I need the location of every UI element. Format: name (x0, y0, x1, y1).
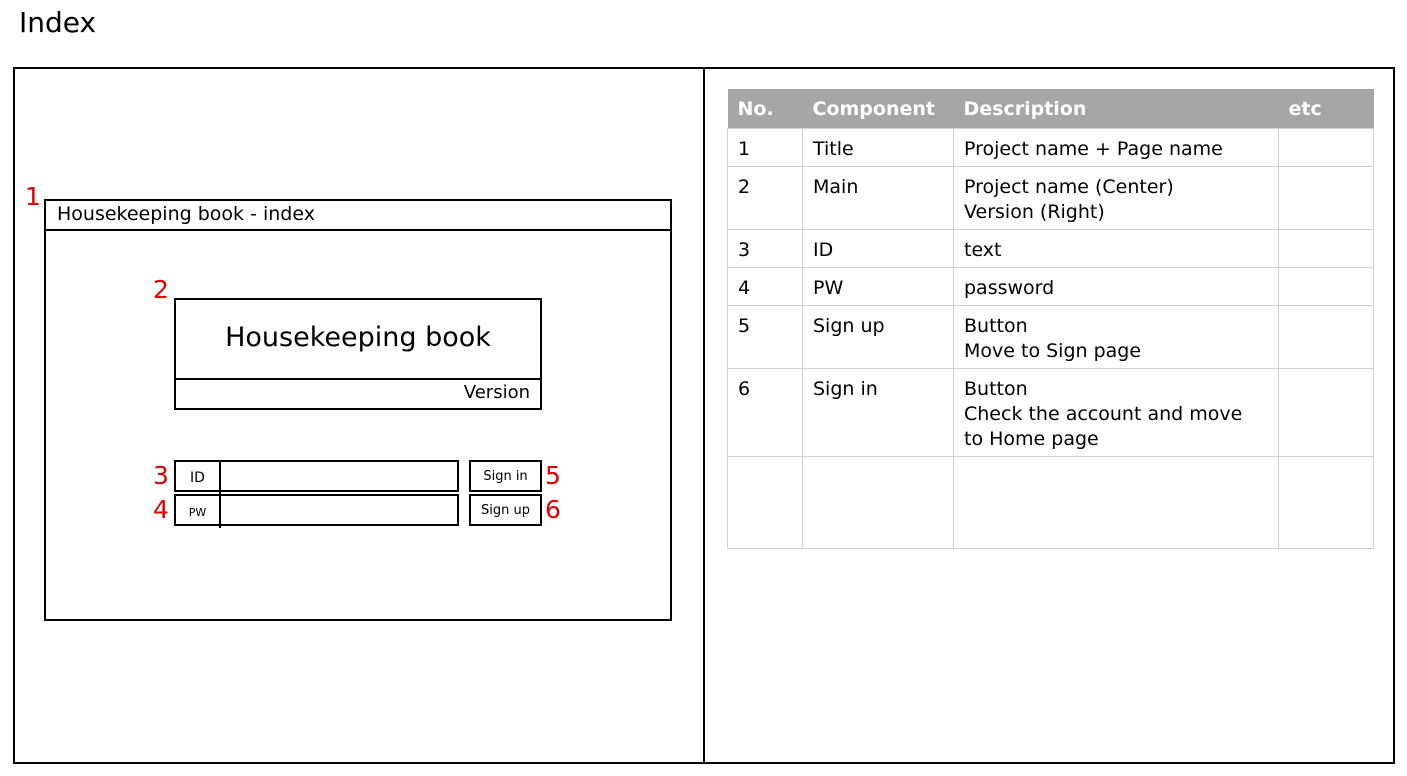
table-row: 5 Sign up Button Move to Sign page (727, 305, 1374, 369)
table-row: 1 Title Project name + Page name (727, 128, 1374, 167)
frame-divider (703, 67, 705, 764)
cell-component: Sign up (802, 305, 954, 369)
cell-component: PW (802, 267, 954, 306)
header-etc: etc (1278, 89, 1374, 129)
table-row: 2 Main Project name (Center) Version (Ri… (727, 166, 1374, 230)
cell-no: 6 (727, 368, 803, 457)
cell-no: 5 (727, 305, 803, 369)
desc-line: to Home page (964, 428, 1099, 450)
desc-line: Button (964, 378, 1028, 400)
desc-line: Project name (Center) (964, 176, 1174, 198)
desc-line: Button (964, 315, 1028, 337)
marker-5: 5 (545, 461, 561, 490)
cell-description: password (953, 267, 1279, 306)
cell-description: text (953, 229, 1279, 268)
cell-description: Project name (Center) Version (Right) (953, 166, 1279, 230)
main-header-separator (174, 378, 542, 380)
cell-etc (1278, 128, 1374, 167)
marker-3: 3 (153, 461, 169, 490)
component-table: No. Component Description etc 1 Title Pr… (727, 89, 1374, 549)
cell-empty (802, 456, 954, 549)
cell-description: Button Check the account and move to Hom… (953, 368, 1279, 457)
cell-component: ID (802, 229, 954, 268)
header-component: Component (802, 89, 954, 129)
id-field[interactable]: ID (174, 460, 459, 494)
cell-no: 1 (727, 128, 803, 167)
desc-line: password (964, 277, 1055, 299)
cell-component: Sign in (802, 368, 954, 457)
mock-window (44, 199, 672, 621)
marker-4: 4 (153, 495, 169, 524)
header-no: No. (727, 89, 803, 129)
id-label: ID (176, 462, 221, 494)
cell-etc (1278, 166, 1374, 230)
cell-empty (953, 456, 1279, 549)
cell-etc (1278, 267, 1374, 306)
version-label: Version (463, 382, 530, 403)
desc-line: Version (Right) (964, 201, 1105, 223)
desc-line: Project name + Page name (964, 138, 1223, 160)
table-row-empty (727, 456, 1374, 549)
desc-line: text (964, 239, 1002, 261)
cell-empty (727, 456, 803, 549)
cell-etc (1278, 305, 1374, 369)
cell-description: Project name + Page name (953, 128, 1279, 167)
cell-empty (1278, 456, 1374, 549)
desc-line: Move to Sign page (964, 340, 1142, 362)
cell-description: Button Move to Sign page (953, 305, 1279, 369)
table-header-row: No. Component Description etc (727, 89, 1374, 129)
table-row: 4 PW password (727, 267, 1374, 306)
marker-1: 1 (25, 182, 41, 211)
mock-window-title: Housekeeping book - index (57, 203, 315, 225)
main-title: Housekeeping book (225, 322, 491, 353)
cell-etc (1278, 368, 1374, 457)
table-row: 6 Sign in Button Check the account and m… (727, 368, 1374, 457)
cell-component: Main (802, 166, 954, 230)
table-row: 3 ID text (727, 229, 1374, 268)
cell-component: Title (802, 128, 954, 167)
desc-line: Check the account and move (964, 403, 1243, 425)
sign-in-button[interactable]: Sign in (469, 460, 542, 492)
cell-no: 3 (727, 229, 803, 268)
pw-label: PW (176, 496, 221, 528)
marker-6: 6 (545, 495, 561, 524)
sign-up-button[interactable]: Sign up (469, 494, 542, 526)
marker-2: 2 (153, 275, 169, 304)
page-title: Index (19, 6, 97, 39)
header-description: Description (953, 89, 1279, 129)
cell-etc (1278, 229, 1374, 268)
pw-field[interactable]: PW (174, 494, 459, 528)
cell-no: 2 (727, 166, 803, 230)
cell-no: 4 (727, 267, 803, 306)
